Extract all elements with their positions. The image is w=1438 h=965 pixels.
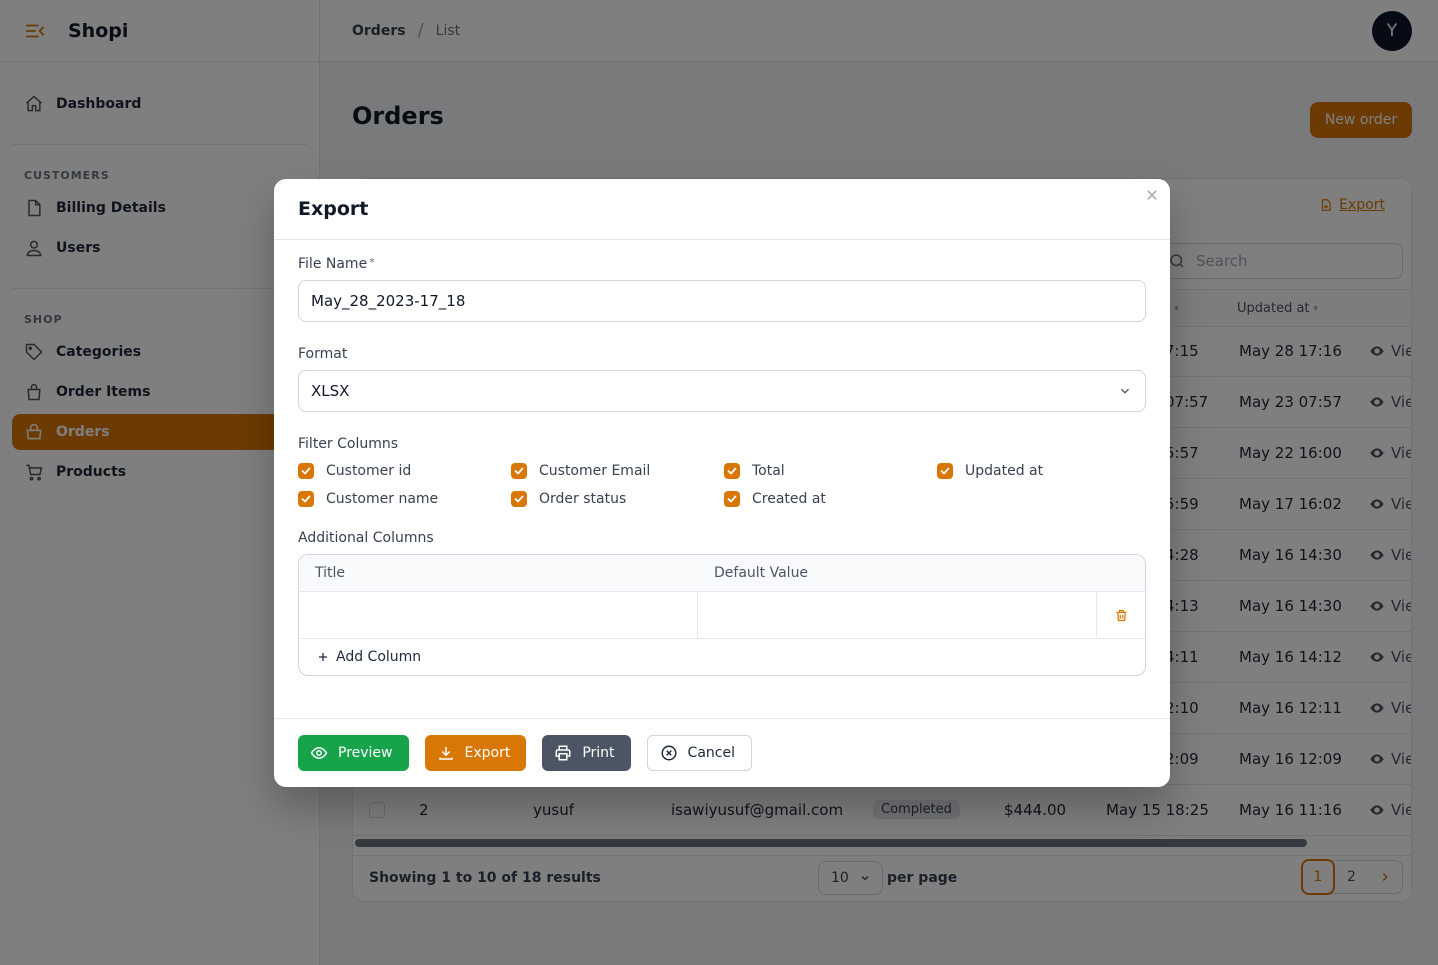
file-name-label: File Name * (298, 256, 1146, 272)
download-icon (438, 747, 453, 760)
cancel-button[interactable]: Cancel (646, 735, 752, 771)
preview-label: Preview (338, 745, 393, 761)
check-icon (514, 467, 524, 475)
format-select[interactable]: XLSX (298, 370, 1146, 412)
add-column-label: Add Column (336, 649, 422, 665)
checkbox-checked[interactable] (511, 463, 527, 479)
filter-column-label: Total (752, 463, 785, 479)
export-modal: Export File Name * May_28_2023-17_18 Form… (274, 179, 1170, 787)
print-button[interactable]: Print (542, 735, 631, 771)
chevron-down-icon (1121, 388, 1129, 394)
modal-header: Export (274, 179, 1170, 240)
file-name-label-text: File Name (298, 256, 368, 272)
delete-column-button[interactable] (1097, 592, 1145, 638)
export-label: Export (464, 745, 511, 761)
add-column-button[interactable]: Add Column (299, 639, 1145, 675)
filter-columns-label: Filter Columns (298, 436, 399, 452)
filter-column-label: Customer Email (539, 463, 651, 479)
filter-column-checkbox[interactable]: Order status (511, 490, 724, 508)
additional-columns-label: Additional Columns (298, 530, 434, 546)
filter-column-label: Updated at (965, 463, 1044, 479)
modal-title: Export (298, 198, 369, 220)
trash-icon (1116, 609, 1126, 621)
filter-column-label: Order status (539, 491, 627, 507)
filter-columns-group: Customer id Customer Email Total Updated at… (298, 462, 1146, 508)
format-value: XLSX (298, 370, 1146, 412)
close-icon[interactable] (1144, 187, 1160, 203)
checkbox-checked[interactable] (937, 463, 953, 479)
x-circle-icon (661, 745, 677, 761)
filter-column-checkbox[interactable]: Updated at (937, 462, 1150, 480)
additional-column-row (299, 592, 1145, 639)
additional-columns-table: Title Default Value Add Column (298, 554, 1146, 676)
checkbox-checked[interactable] (298, 491, 314, 507)
checkbox-checked[interactable] (511, 491, 527, 507)
checkbox-checked[interactable] (724, 491, 740, 507)
modal-footer: Preview Export Print Cancel (274, 718, 1170, 787)
filter-column-label: Customer name (326, 491, 439, 507)
filter-column-checkbox[interactable]: Customer id (298, 462, 511, 480)
modal-body: File Name * May_28_2023-17_18 Format XLSX… (274, 240, 1170, 676)
check-icon (514, 495, 524, 503)
filter-column-checkbox[interactable]: Total (724, 462, 937, 480)
checkbox-checked[interactable] (298, 463, 314, 479)
printer-icon (555, 745, 571, 761)
file-name-field[interactable]: May_28_2023-17_18 (298, 280, 1146, 322)
cancel-label: Cancel (687, 745, 735, 761)
column-default-header: Default Value (714, 565, 809, 581)
format-label: Format (298, 346, 348, 362)
eye-icon (310, 746, 328, 760)
plus-icon (319, 653, 327, 661)
check-icon (301, 495, 311, 503)
export-button[interactable]: Export (424, 735, 527, 771)
filter-column-checkbox[interactable]: Created at (724, 490, 937, 508)
checkbox-checked[interactable] (724, 463, 740, 479)
print-label: Print (582, 745, 615, 761)
check-icon (301, 467, 311, 475)
filter-column-label: Created at (752, 491, 826, 507)
required-mark: * (369, 256, 375, 269)
column-title-header: Title (315, 565, 346, 581)
check-icon (940, 467, 950, 475)
filter-column-checkbox[interactable]: Customer Email (511, 462, 724, 480)
filter-column-label: Customer id (326, 463, 412, 479)
filter-column-checkbox[interactable]: Customer name (298, 490, 511, 508)
column-title-input[interactable] (299, 592, 698, 638)
column-default-input[interactable] (698, 592, 1097, 638)
check-icon (727, 467, 737, 475)
additional-columns-header: Title Default Value (299, 555, 1145, 592)
check-icon (727, 495, 737, 503)
preview-button[interactable]: Preview (298, 735, 409, 771)
